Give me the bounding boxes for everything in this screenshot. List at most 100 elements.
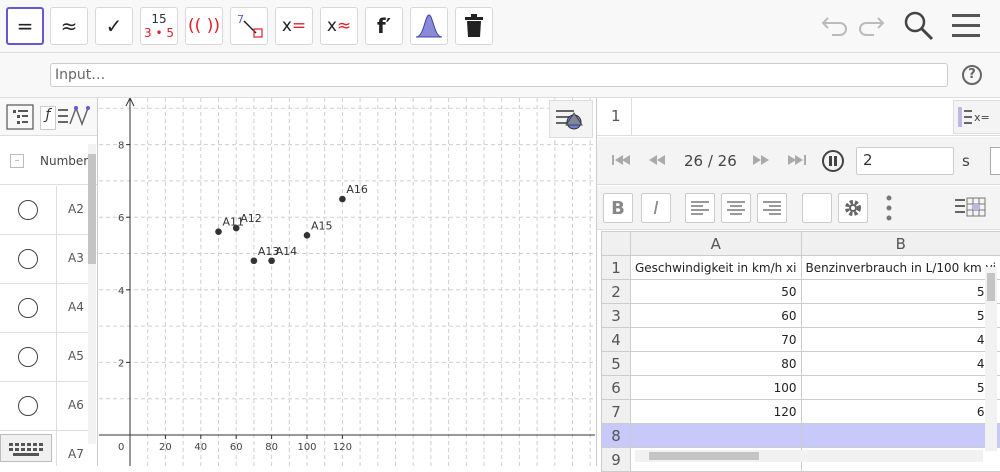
visibility-toggle[interactable] [18, 200, 38, 220]
visibility-toggle[interactable] [18, 347, 38, 367]
algebra-scrollbar-thumb[interactable] [88, 154, 96, 264]
solve-exact-tool[interactable]: x= [275, 7, 313, 45]
spreadsheet-grid[interactable]: A B 1Geschwindigkeit in km/h xiBenzinver… [601, 231, 1000, 472]
row-header[interactable]: 4 [602, 328, 631, 352]
derivative-tool[interactable]: f′ [365, 7, 403, 45]
graph-style-icon[interactable] [58, 104, 92, 130]
keyboard-icon[interactable] [0, 434, 52, 462]
skip-end-icon[interactable] [787, 153, 807, 167]
cas-row[interactable]: 1 x= [597, 98, 1000, 136]
fraction-tool[interactable]: 15 3 • 5 [140, 7, 178, 45]
cell-a8[interactable] [630, 424, 801, 448]
spreadsheet-row[interactable]: 5804.8 [602, 352, 1000, 376]
cell-a3[interactable]: 60 [630, 304, 801, 328]
cell-a2[interactable]: 50 [630, 280, 801, 304]
approx-equal-tool[interactable]: ≈ [50, 7, 88, 45]
row-header[interactable]: 7 [602, 400, 631, 424]
point-a11[interactable] [215, 228, 222, 235]
corner-cell[interactable] [602, 232, 631, 256]
visibility-toggle[interactable] [18, 249, 38, 269]
cell-a6[interactable]: 100 [630, 376, 801, 400]
point-a15[interactable] [304, 232, 311, 239]
spreadsheet-row[interactable]: 71206.5 [602, 400, 1000, 424]
redo-icon[interactable] [856, 10, 886, 40]
cell-b1[interactable]: Benzinverbrauch in L/100 km yi [801, 256, 1000, 280]
spreadsheet-row[interactable]: 4704.8 [602, 328, 1000, 352]
spreadsheet-row[interactable]: 2505.6 [602, 280, 1000, 304]
algebra-input-icon[interactable]: ƒ [40, 106, 56, 130]
cell-a1[interactable]: Geschwindigkeit in km/h xi [630, 256, 801, 280]
point-a12[interactable] [233, 225, 240, 232]
visibility-toggle[interactable] [18, 298, 38, 318]
cell-b6[interactable]: 5.5 [801, 376, 1000, 400]
skip-start-icon[interactable] [611, 153, 631, 167]
spreadsheet-row[interactable]: 1Geschwindigkeit in km/h xiBenzinverbrau… [602, 256, 1000, 280]
more-vertical-icon[interactable] [885, 194, 893, 222]
spreadsheet-row[interactable]: 3605.7 [602, 304, 1000, 328]
visibility-toggle[interactable] [18, 396, 38, 416]
graphics-view[interactable]: 0204060801001202468A11A12A13A14A15A16 [99, 98, 595, 466]
help-icon[interactable]: ? [962, 65, 982, 85]
exact-equal-tool[interactable]: = [6, 7, 44, 45]
align-left-button[interactable] [685, 193, 715, 223]
spreadsheet-vscroll-thumb[interactable] [987, 273, 995, 301]
solve-numeric-tool[interactable]: x≈ [320, 7, 358, 45]
cell-b4[interactable]: 4.8 [801, 328, 1000, 352]
spreadsheet-hscroll[interactable] [635, 450, 983, 462]
algebra-row[interactable]: A5 [0, 333, 90, 382]
column-header-a[interactable]: A [630, 232, 801, 256]
row-header[interactable]: 6 [602, 376, 631, 400]
align-right-button[interactable] [757, 193, 787, 223]
bold-button[interactable]: B [603, 193, 633, 223]
spreadsheet-row[interactable]: 61005.5 [602, 376, 1000, 400]
input-field[interactable] [50, 63, 948, 87]
graphics-canvas[interactable]: 0204060801001202468A11A12A13A14A15A16 [99, 98, 595, 466]
settings-button[interactable] [838, 193, 868, 223]
graphics-style-button[interactable] [549, 100, 593, 138]
point-a16[interactable] [339, 196, 346, 203]
cell-b7[interactable]: 6.5 [801, 400, 1000, 424]
row-header[interactable]: 3 [602, 304, 631, 328]
search-icon[interactable] [903, 10, 935, 42]
cas-style-button[interactable]: x= [953, 100, 1000, 134]
step-back-icon[interactable] [647, 153, 667, 167]
delete-tool[interactable] [455, 7, 493, 45]
row-header[interactable]: 9 [602, 448, 631, 472]
algebra-tree-icon[interactable] [6, 104, 34, 130]
algebra-row[interactable]: A3 [0, 235, 90, 284]
point-a14[interactable] [268, 257, 275, 264]
cell-a7[interactable]: 120 [630, 400, 801, 424]
spreadsheet-hscroll-thumb[interactable] [649, 452, 759, 460]
settings-overflow-button[interactable] [990, 147, 1000, 175]
pause-icon[interactable] [821, 149, 845, 173]
undo-icon[interactable] [820, 10, 850, 40]
spreadsheet-style-icon[interactable] [953, 194, 989, 222]
background-color-button[interactable] [802, 193, 832, 223]
cell-a4[interactable]: 70 [630, 328, 801, 352]
speed-input[interactable]: 2 [856, 147, 954, 175]
spreadsheet-row[interactable]: 8 [602, 424, 1000, 448]
algebra-row[interactable]: A6 [0, 382, 90, 431]
cell-b8[interactable] [801, 424, 1000, 448]
cell-b5[interactable]: 4.8 [801, 352, 1000, 376]
spreadsheet-vscroll[interactable] [985, 267, 997, 451]
cell-a5[interactable]: 80 [630, 352, 801, 376]
cell-b2[interactable]: 5.6 [801, 280, 1000, 304]
check-tool[interactable]: ✓ [95, 7, 133, 45]
row-header[interactable]: 2 [602, 280, 631, 304]
point-a13[interactable] [251, 257, 258, 264]
row-header[interactable]: 5 [602, 352, 631, 376]
collapse-icon[interactable]: – [10, 154, 24, 168]
substitute-tool[interactable]: 7 [230, 7, 268, 45]
italic-button[interactable]: I [641, 193, 671, 223]
cell-b3[interactable]: 5.7 [801, 304, 1000, 328]
algebra-scrollbar[interactable] [88, 144, 96, 444]
probability-tool[interactable] [410, 7, 448, 45]
algebra-row[interactable]: A4 [0, 284, 90, 333]
row-header[interactable]: 8 [602, 424, 631, 448]
align-center-button[interactable] [721, 193, 751, 223]
algebra-row[interactable]: A2 [0, 186, 90, 235]
keep-input-tool[interactable]: (( )) [185, 7, 223, 45]
row-header[interactable]: 1 [602, 256, 631, 280]
menu-icon[interactable] [952, 13, 980, 39]
